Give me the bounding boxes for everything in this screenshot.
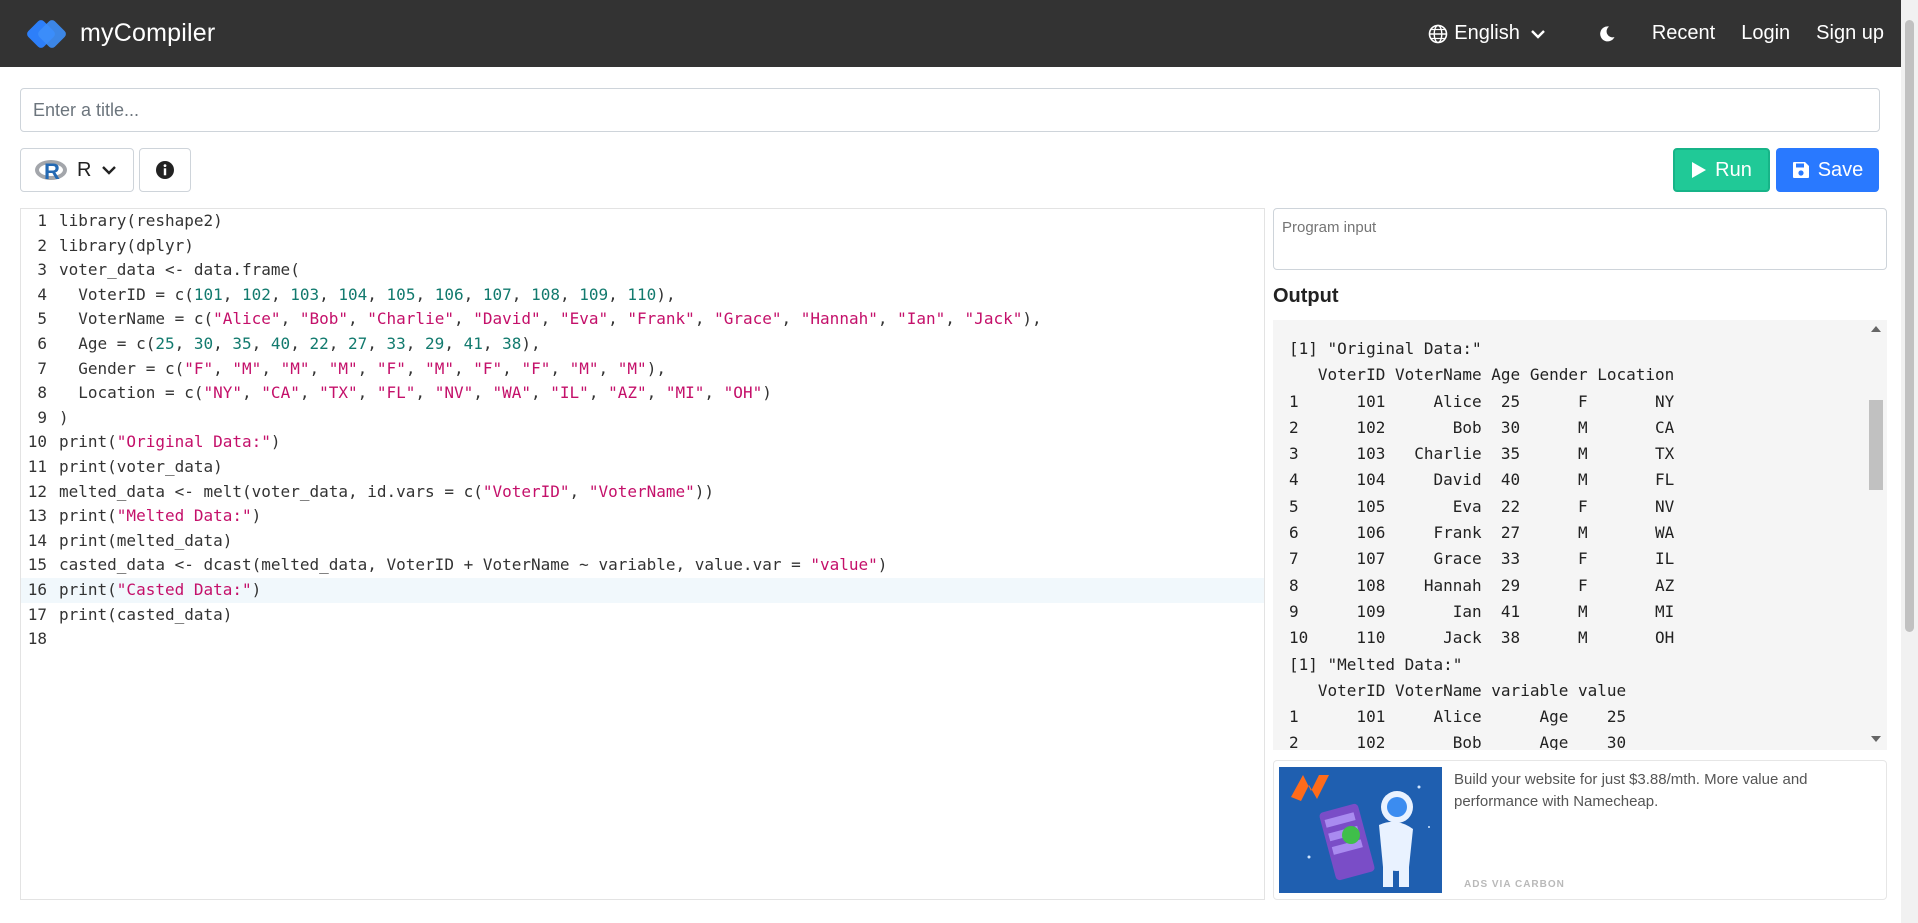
line-number: 12 [27,481,47,501]
nav-link-signup[interactable]: Sign up [1816,22,1884,45]
code-text[interactable]: VoterID = c(101, 102, 103, 104, 105, 106… [59,283,675,308]
code-text[interactable]: print(melted_data) [59,529,232,554]
code-line[interactable]: 13 print("Melted Data:") [21,504,1264,529]
run-label: Run [1715,158,1752,181]
run-button[interactable]: Run [1673,148,1770,192]
moon-icon [1600,25,1615,41]
brand[interactable]: myCompiler [25,15,216,53]
floppy-disk-icon [1792,162,1809,178]
output-scrollbar[interactable] [1865,320,1887,750]
output-text: [1] "Original Data:" VoterID VoterName A… [1289,339,1675,750]
code-text[interactable]: ) [59,406,69,431]
code-text[interactable]: melted_data <- melt(voter_data, id.vars … [59,480,714,505]
line-number: 1 [37,211,47,230]
ad-image[interactable] [1279,767,1442,893]
page-scroll-thumb[interactable] [1905,20,1914,632]
line-number: 4 [37,284,47,304]
save-button[interactable]: Save [1776,148,1879,192]
code-line[interactable]: 18 [21,627,1264,652]
info-button[interactable] [139,148,191,192]
code-line[interactable]: 11 print(voter_data) [21,455,1264,480]
code-line[interactable]: 7 Gender = c("F", "M", "M", "M", "F", "M… [21,357,1264,382]
navbar: myCompiler English Recent Login Sign up [0,0,1918,67]
output-panel[interactable]: [1] "Original Data:" VoterID VoterName A… [1273,320,1887,750]
line-number: 16 [27,579,47,599]
line-number: 11 [27,456,47,476]
line-number: 15 [27,555,47,575]
code-text[interactable]: Age = c(25, 30, 35, 40, 22, 27, 33, 29, … [59,332,540,357]
language-dropdown[interactable]: English [1428,22,1552,45]
code-line[interactable]: 3 voter_data <- data.frame( [21,258,1264,283]
ad-text[interactable]: Build your website for just $3.88/mth. M… [1454,769,1874,813]
code-text[interactable]: casted_data <- dcast(melted_data, VoterI… [59,553,887,578]
mycompiler-logo-icon [25,15,68,53]
r-language-icon: R [35,157,67,184]
line-number: 6 [37,333,47,353]
code-line[interactable]: 16 print("Casted Data:") [21,577,1264,603]
language-select-label: R [77,158,92,181]
code-text[interactable]: Gender = c("F", "M", "M", "M", "F", "M",… [59,357,666,382]
line-number: 2 [37,235,47,255]
nav-link-recent[interactable]: Recent [1652,22,1715,45]
code-line[interactable]: 8 Location = c("NY", "CA", "TX", "FL", "… [21,381,1264,406]
code-line[interactable]: 9) [21,406,1264,431]
globe-icon [1428,24,1448,43]
line-number: 18 [27,629,47,649]
code-text[interactable]: VoterName = c("Alice", "Bob", "Charlie",… [59,307,1041,332]
program-input[interactable] [1273,208,1887,270]
line-number: 17 [27,604,47,624]
code-text[interactable]: print(casted_data) [59,603,232,628]
chevron-down-icon [102,166,117,175]
line-number: 3 [37,260,47,280]
play-icon [1692,162,1707,178]
line-number: 9 [37,407,47,427]
line-number: 5 [37,309,47,329]
language-select[interactable]: R R [20,148,134,192]
ad-footer[interactable]: ADS VIA CARBON [1464,879,1565,890]
line-number: 14 [27,530,47,550]
code-text[interactable]: print("Melted Data:") [59,504,261,529]
brand-name: myCompiler [80,19,216,47]
code-line[interactable]: 6 Age = c(25, 30, 35, 40, 22, 27, 33, 29… [21,332,1264,357]
code-line[interactable]: 4 VoterID = c(101, 102, 103, 104, 105, 1… [21,283,1264,308]
nav-link-login[interactable]: Login [1741,22,1790,45]
language-label: English [1454,22,1520,44]
code-line[interactable]: 15 casted_data <- dcast(melted_data, Vote… [21,553,1264,578]
scroll-thumb[interactable] [1869,400,1883,490]
line-number: 7 [37,358,47,378]
dark-mode-toggle[interactable] [1598,25,1616,43]
info-icon [156,161,174,179]
page-scrollbar[interactable] [1901,0,1918,923]
code-line[interactable]: 2 library(dplyr) [21,234,1264,259]
code-line[interactable]: 1 library(reshape2) [21,209,1264,234]
code-line[interactable]: 12 melted_data <- melt(voter_data, id.var… [21,480,1264,505]
chevron-down-icon [1530,29,1545,39]
code-text[interactable]: print("Casted Data:") [59,578,261,603]
code-text[interactable]: voter_data <- data.frame( [59,258,300,283]
output-heading: Output [1273,285,1339,307]
code-line[interactable]: 10 print("Original Data:") [21,430,1264,455]
code-text[interactable]: print(voter_data) [59,455,223,480]
carbon-ad[interactable]: Build your website for just $3.88/mth. M… [1273,760,1887,900]
scroll-up-arrow-icon[interactable] [1871,326,1881,332]
code-editor[interactable]: 1 library(reshape2) 2 library(dplyr) 3 voter_… [20,208,1265,900]
scroll-down-arrow-icon[interactable] [1871,736,1881,742]
line-number: 13 [27,506,47,526]
code-text[interactable]: print("Original Data:") [59,430,281,455]
namecheap-astronaut-illustration [1279,767,1442,893]
save-label: Save [1817,158,1864,181]
code-text[interactable]: library(dplyr) [59,234,194,259]
code-line[interactable]: 5 VoterName = c("Alice", "Bob", "Charlie… [21,307,1264,332]
title-input[interactable] [20,88,1880,132]
code-text[interactable]: library(reshape2) [59,209,223,234]
code-line[interactable]: 14 print(melted_data) [21,529,1264,554]
line-number: 8 [37,383,47,403]
line-number: 10 [27,432,47,452]
code-text[interactable]: Location = c("NY", "CA", "TX", "FL", "NV… [59,381,772,406]
code-line[interactable]: 17 print(casted_data) [21,603,1264,628]
